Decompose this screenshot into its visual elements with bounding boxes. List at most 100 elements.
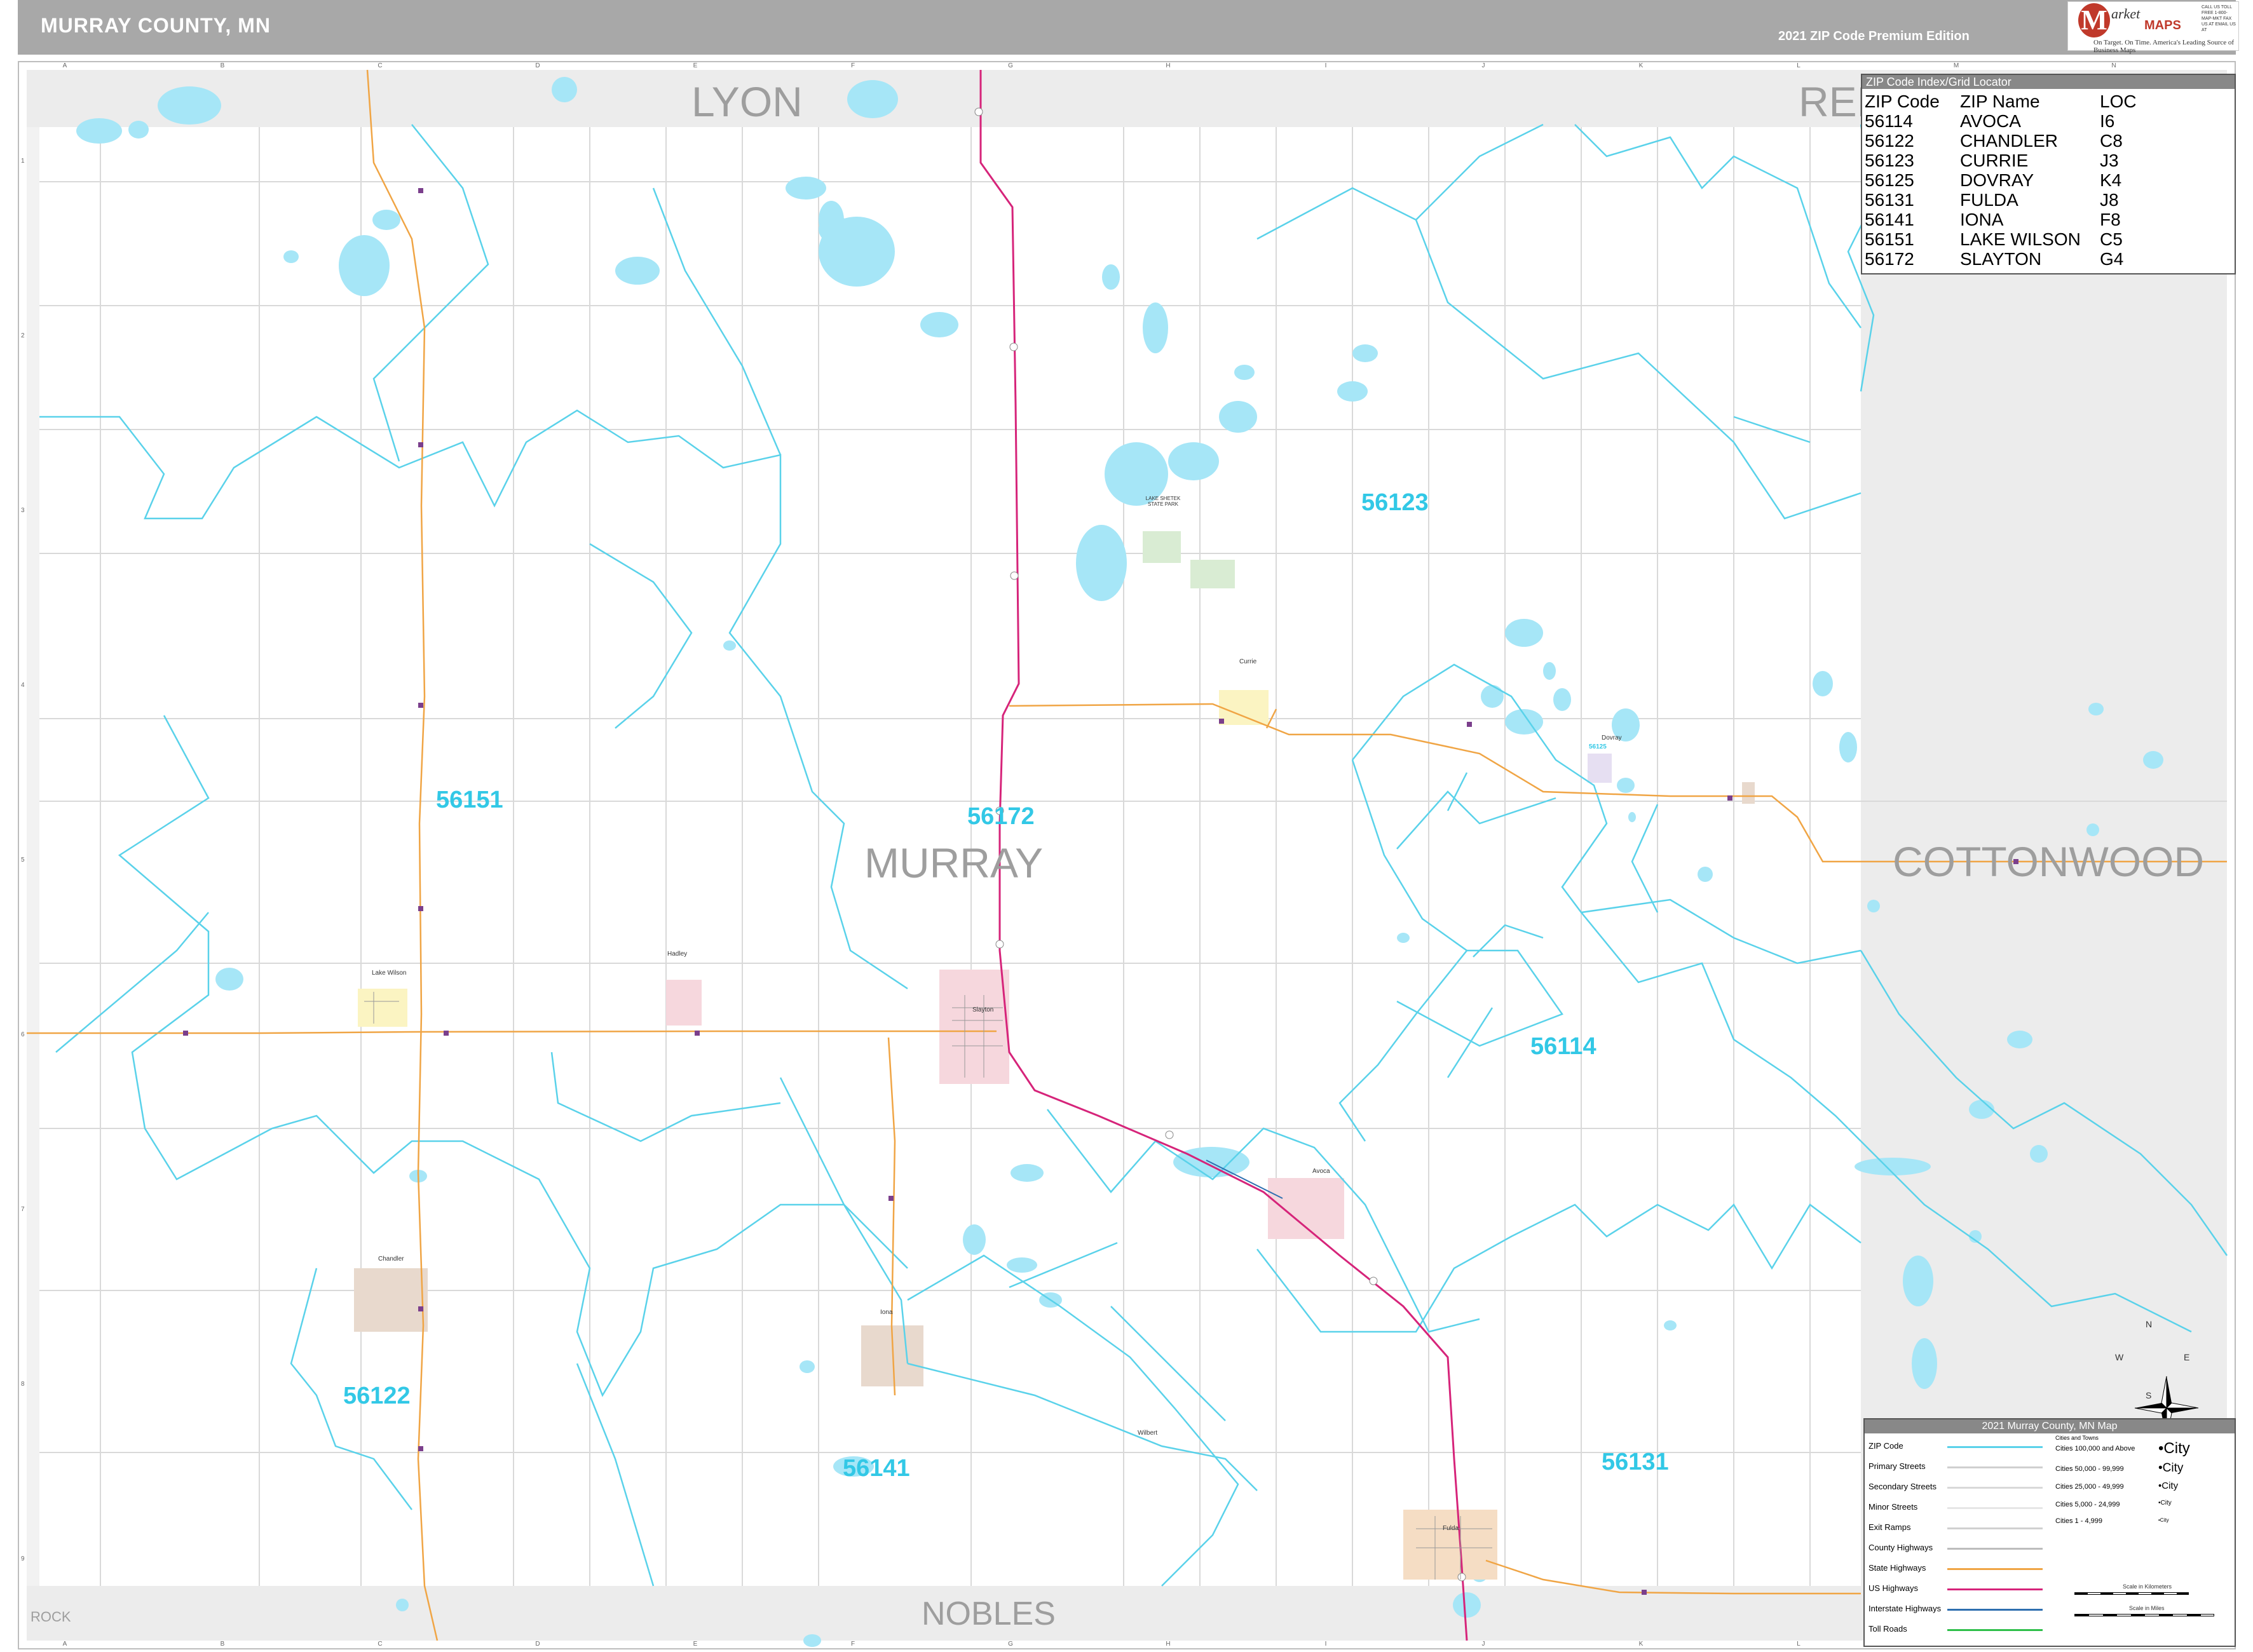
lake-wilson-area [358,989,407,1027]
legend-minor-swatch [1947,1507,2043,1509]
compass: N S E W [2115,1319,2207,1405]
zip-index-row[interactable]: 56114 AVOCA I6 [1865,111,2233,131]
place-label-dovray-zip: 56125 [1589,743,1607,750]
zip-index-zip: 56172 [1865,249,1914,269]
legend-toll-swatch [1947,1629,2043,1631]
legend-exit-ramps: Exit Ramps [1868,1522,1911,1532]
zip-index-zip: 56122 [1865,131,1914,151]
legend-city-tier: Cities 5,000 - 24,999 [2055,1501,2120,1508]
dovray-area [1588,754,1612,783]
fulda-area [1403,1510,1497,1580]
hadley-area [666,980,702,1026]
lyon-county-area [27,70,1870,127]
slayton-area [939,970,1009,1084]
place-label-wilbert: Wilbert [1138,1430,1158,1437]
state-park-area [1190,560,1235,588]
zip-index-name: AVOCA [1960,111,2021,131]
place-label-fulda: Fulda [1443,1525,1459,1532]
zip-index-name: LAKE WILSON [1960,229,2081,249]
zip-index-col-loc: LOC [2100,91,2137,111]
map-legend: 2021 Murray County, MN Map ZIP Code Prim… [1863,1418,2236,1647]
place-label-chandler: Chandler [378,1256,404,1263]
zip-index-row[interactable]: 56131 FULDA J8 [1865,190,2233,210]
place-label-lake-wilson: Lake Wilson [372,970,407,977]
pipestone-county-area [27,127,39,1586]
place-label-avoca: Avoca [1312,1168,1330,1175]
legend-toll-roads: Toll Roads [1868,1624,1907,1634]
zip-label: 56122 [343,1383,411,1409]
place-label-state-park: LAKE SHETEK STATE PARK [1145,496,1181,507]
zip-index-loc: C8 [2100,131,2123,151]
zip-index-panel: ZIP Code Index/Grid Locator ZIP Code ZIP… [1861,74,2236,274]
map-title: MURRAY COUNTY, MN [41,14,271,37]
legend-scale-mi-bar [2074,1614,2214,1616]
zip-index-name: CURRIE [1960,151,2029,170]
zip-index-zip: 56123 [1865,151,1914,170]
zip-index-loc: F8 [2100,210,2121,229]
legend-title: 2021 Murray County, MN Map [1865,1419,2235,1433]
legend-scale-bar: Scale in Kilometers Scale in Miles [2074,1583,2227,1641]
zip-index-row[interactable]: 56172 SLAYTON G4 [1865,249,2233,269]
zip-index-table: ZIP Code ZIP Name LOC 56114 AVOCA I6 561… [1865,91,2233,269]
logo-brand-line1: arket [2111,6,2141,22]
legend-state-swatch [1947,1568,2043,1570]
zip-index-loc: G4 [2100,249,2124,269]
legend-city-sample: •City [2158,1440,2190,1457]
legend-us-highways: US Highways [1868,1583,1919,1593]
legend-minor-streets: Minor Streets [1868,1502,1918,1512]
county-label-lyon: LYON [691,78,803,125]
state-park-area [1143,531,1181,563]
zip-index-loc: C5 [2100,229,2123,249]
zip-index-zip: 56125 [1865,170,1914,190]
zip-index-row[interactable]: 56125 DOVRAY K4 [1865,170,2233,190]
zip-label: 56114 [1530,1033,1596,1060]
zip-index-name: SLAYTON [1960,249,2042,269]
legend-scale-km-label: Scale in Kilometers [2123,1583,2172,1590]
legend-scale-mi-label: Scale in Miles [2129,1605,2165,1611]
compass-north-label: N [2146,1319,2153,1329]
county-label-nobles: NOBLES [922,1595,1056,1632]
zip-index-zip: 56131 [1865,190,1914,210]
legend-cities-header: Cities and Towns [2055,1435,2099,1441]
place-label-iona: Iona [880,1309,893,1316]
legend-city-tier: Cities 1 - 4,999 [2055,1517,2102,1525]
legend-scale-km-bar [2074,1592,2189,1595]
zip-index-row[interactable]: 56122 CHANDLER C8 [1865,131,2233,151]
map-edition: 2021 ZIP Code Premium Edition [1778,29,1970,43]
legend-county-swatch [1947,1548,2043,1550]
place-label-hadley: Hadley [667,951,688,958]
zip-label: 56172 [967,803,1035,830]
zip-index-name: FULDA [1960,190,2018,210]
market-maps-logo[interactable]: M arket MAPS On Target. On Time. America… [2067,1,2239,54]
zip-index-name: DOVRAY [1960,170,2034,190]
county-label-rock: ROCK [31,1609,71,1625]
place-label-dovray: Dovray [1602,735,1622,741]
logo-tagline: On Target. On Time. America's Leading So… [2093,39,2235,54]
legend-secondary-swatch [1947,1487,2043,1489]
legend-zip-code: ZIP Code [1868,1441,1903,1451]
zip-index-col-zip: ZIP Code [1865,91,1940,111]
zip-index-row[interactable]: 56151 LAKE WILSON C5 [1865,229,2233,249]
legend-city-sample: •City [2158,1461,2184,1475]
zip-label: 56131 [1602,1449,1669,1475]
zip-index-name: IONA [1960,210,2004,229]
avoca-area [1268,1178,1344,1239]
legend-secondary-streets: Secondary Streets [1868,1482,1936,1491]
legend-primary-streets: Primary Streets [1868,1461,1926,1471]
zip-index-row[interactable]: 56123 CURRIE J3 [1865,151,2233,170]
logo-contact: CALL US TOLL FREE 1-800-MAP-MKT FAX US A… [2202,5,2236,32]
compass-west-label: W [2115,1352,2124,1362]
zip-index-row[interactable]: 56141 IONA F8 [1865,210,2233,229]
legend-city-sample: •City [2158,1480,2179,1491]
place-label-slayton: Slayton [972,1006,994,1013]
currie-area [1219,690,1269,725]
legend-interstate-highways: Interstate Highways [1868,1604,1942,1613]
legend-zip-swatch [1947,1446,2043,1448]
zip-index-title: ZIP Code Index/Grid Locator [1862,75,2235,89]
legend-interstate-swatch [1947,1609,2043,1611]
chandler-area [354,1268,428,1332]
county-label-cottonwood: COTTONWOOD [1893,838,2205,885]
legend-city-tier: Cities 50,000 - 99,999 [2055,1465,2124,1473]
legend-city-tier: Cities 100,000 and Above [2055,1445,2135,1452]
compass-east-label: E [2184,1352,2190,1362]
